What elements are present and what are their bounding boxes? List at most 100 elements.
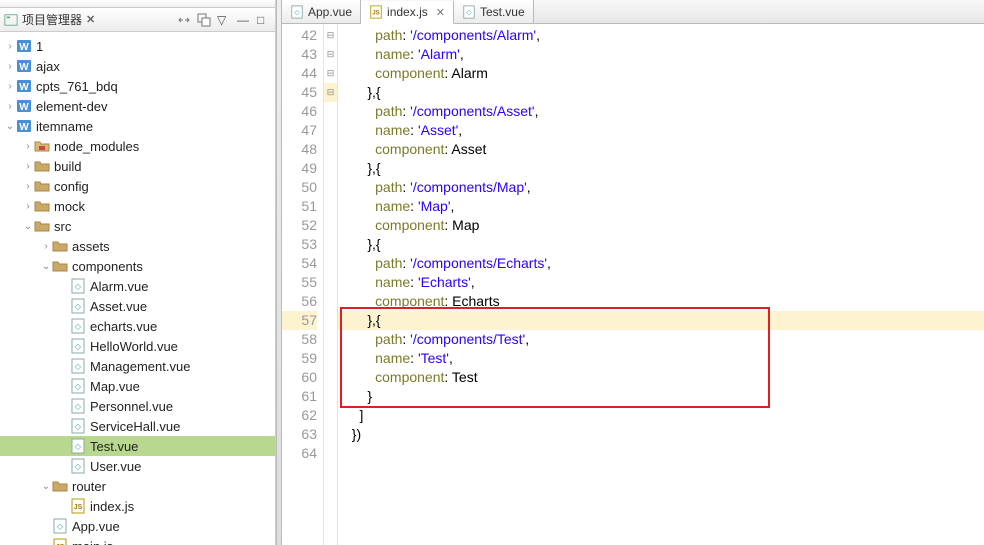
tree-item-management-vue[interactable]: ·◇Management.vue [0,356,275,376]
panel-title: 项目管理器 [22,11,82,28]
vue-icon: ◇ [70,398,86,414]
tree-item-config[interactable]: › config [0,176,275,196]
view-menu-icon[interactable]: ▽ [217,13,231,27]
line-number: 43 [282,45,317,64]
tree-item-ajax[interactable]: ›Wajax [0,56,275,76]
code-line[interactable]: },{ [338,159,984,178]
tree-label: main.js [72,539,113,545]
code-line[interactable]: name: 'Map', [338,197,984,216]
tree-item-element-dev[interactable]: ›Welement-dev [0,96,275,116]
tree-item-main-js[interactable]: ·JSmain.js [0,536,275,545]
tab-app-vue[interactable]: ◇App.vue [282,0,361,23]
tab-test-vue[interactable]: ◇Test.vue [454,0,534,23]
svg-text:JS: JS [74,504,83,511]
tree-item-mock[interactable]: ›mock [0,196,275,216]
tree-item-personnel-vue[interactable]: ·◇Personnel.vue [0,396,275,416]
code-content[interactable]: path: '/components/Alarm', name: 'Alarm'… [338,24,984,545]
tree-item-servicehall-vue[interactable]: ·◇ServiceHall.vue [0,416,275,436]
code-editor[interactable]: 4243444546474849505152535455565758596061… [282,24,984,545]
code-line[interactable]: name: 'Asset', [338,121,984,140]
collapse-all-icon[interactable] [197,13,211,27]
tree-item-1[interactable]: ›W1 [0,36,275,56]
panel-close-icon[interactable]: ✕ [86,13,95,26]
code-line[interactable]: }) [338,425,984,444]
fold-gutter[interactable]: ⊟⊟⊟⊟ [324,24,338,545]
chevron-down-icon[interactable]: ⌄ [40,481,52,492]
tree-item-cpts_761_bdq[interactable]: ›Wcpts_761_bdq [0,76,275,96]
chevron-down-icon[interactable]: ⌄ [22,221,34,232]
chevron-right-icon[interactable]: › [4,61,16,72]
code-line[interactable]: component: Alarm [338,64,984,83]
line-number: 50 [282,178,317,197]
code-line[interactable]: },{ [338,83,984,102]
code-line[interactable]: name: 'Alarm', [338,45,984,64]
line-number: 61 [282,387,317,406]
code-line[interactable]: path: '/components/Echarts', [338,254,984,273]
code-line[interactable]: },{ [338,311,984,330]
tree-item-assets[interactable]: ›assets [0,236,275,256]
minimize-icon[interactable]: — [237,13,251,27]
svg-text:◇: ◇ [75,282,82,291]
code-line[interactable]: component: Test [338,368,984,387]
code-line[interactable]: component: Map [338,216,984,235]
chevron-right-icon[interactable]: › [22,201,34,212]
w-icon: W [16,58,32,74]
line-number: 62 [282,406,317,425]
tree-item-asset-vue[interactable]: ·◇Asset.vue [0,296,275,316]
code-line[interactable]: component: Echarts [338,292,984,311]
fold-toggle-icon[interactable]: ⊟ [324,83,337,102]
chevron-right-icon[interactable]: › [4,41,16,52]
project-tree[interactable]: ›W1›Wajax›Wcpts_761_bdq›Welement-dev⌄Wit… [0,32,275,545]
link-with-editor-icon[interactable] [177,13,191,27]
chevron-down-icon[interactable]: ⌄ [40,261,52,272]
chevron-right-icon[interactable]: › [4,81,16,92]
chevron-right-icon[interactable]: › [22,141,34,152]
fold-toggle-icon[interactable]: ⊟ [324,26,337,45]
tree-item-node_modules[interactable]: › node_modules [0,136,275,156]
tree-item-echarts-vue[interactable]: ·◇echarts.vue [0,316,275,336]
tree-item-user-vue[interactable]: ·◇User.vue [0,456,275,476]
tree-label: Map.vue [90,379,140,394]
code-line[interactable]: },{ [338,235,984,254]
tree-item-test-vue[interactable]: ·◇Test.vue [0,436,275,456]
svg-text:◇: ◇ [75,382,82,391]
chevron-right-icon[interactable]: › [40,241,52,252]
maximize-icon[interactable]: □ [257,13,271,27]
tree-label: itemname [36,119,93,134]
fold-toggle-icon[interactable]: ⊟ [324,45,337,64]
tree-label: element-dev [36,99,108,114]
chevron-right-icon[interactable]: › [22,181,34,192]
code-line[interactable]: name: 'Test', [338,349,984,368]
code-line[interactable]: ] [338,406,984,425]
tree-label: config [54,179,89,194]
tree-item-router[interactable]: ⌄router [0,476,275,496]
tree-item-app-vue[interactable]: ·◇App.vue [0,516,275,536]
code-line[interactable]: path: '/components/Asset', [338,102,984,121]
tree-item-components[interactable]: ⌄components [0,256,275,276]
close-icon[interactable]: ✕ [436,6,445,19]
tree-item-helloworld-vue[interactable]: ·◇HelloWorld.vue [0,336,275,356]
tree-item-map-vue[interactable]: ·◇Map.vue [0,376,275,396]
code-line[interactable]: path: '/components/Test', [338,330,984,349]
tree-item-alarm-vue[interactable]: ·◇Alarm.vue [0,276,275,296]
tree-item-build[interactable]: ›build [0,156,275,176]
tree-label: node_modules [54,139,139,154]
tab-index-js[interactable]: JSindex.js✕ [361,1,454,24]
code-line[interactable]: name: 'Echarts', [338,273,984,292]
line-number: 48 [282,140,317,159]
chevron-down-icon[interactable]: ⌄ [4,121,16,132]
code-line[interactable]: path: '/components/Map', [338,178,984,197]
code-line[interactable]: path: '/components/Alarm', [338,26,984,45]
tree-item-index-js[interactable]: ·JSindex.js [0,496,275,516]
code-line[interactable]: component: Asset [338,140,984,159]
chevron-right-icon[interactable]: › [4,101,16,112]
code-line[interactable]: } [338,387,984,406]
tree-item-src[interactable]: ⌄src [0,216,275,236]
chevron-right-icon[interactable]: › [22,161,34,172]
svg-text:◇: ◇ [75,462,82,471]
svg-text:◇: ◇ [57,522,64,531]
fold-toggle-icon[interactable]: ⊟ [324,64,337,83]
tree-item-itemname[interactable]: ⌄Witemname [0,116,275,136]
vue-icon: ◇ [52,518,68,534]
line-number: 59 [282,349,317,368]
